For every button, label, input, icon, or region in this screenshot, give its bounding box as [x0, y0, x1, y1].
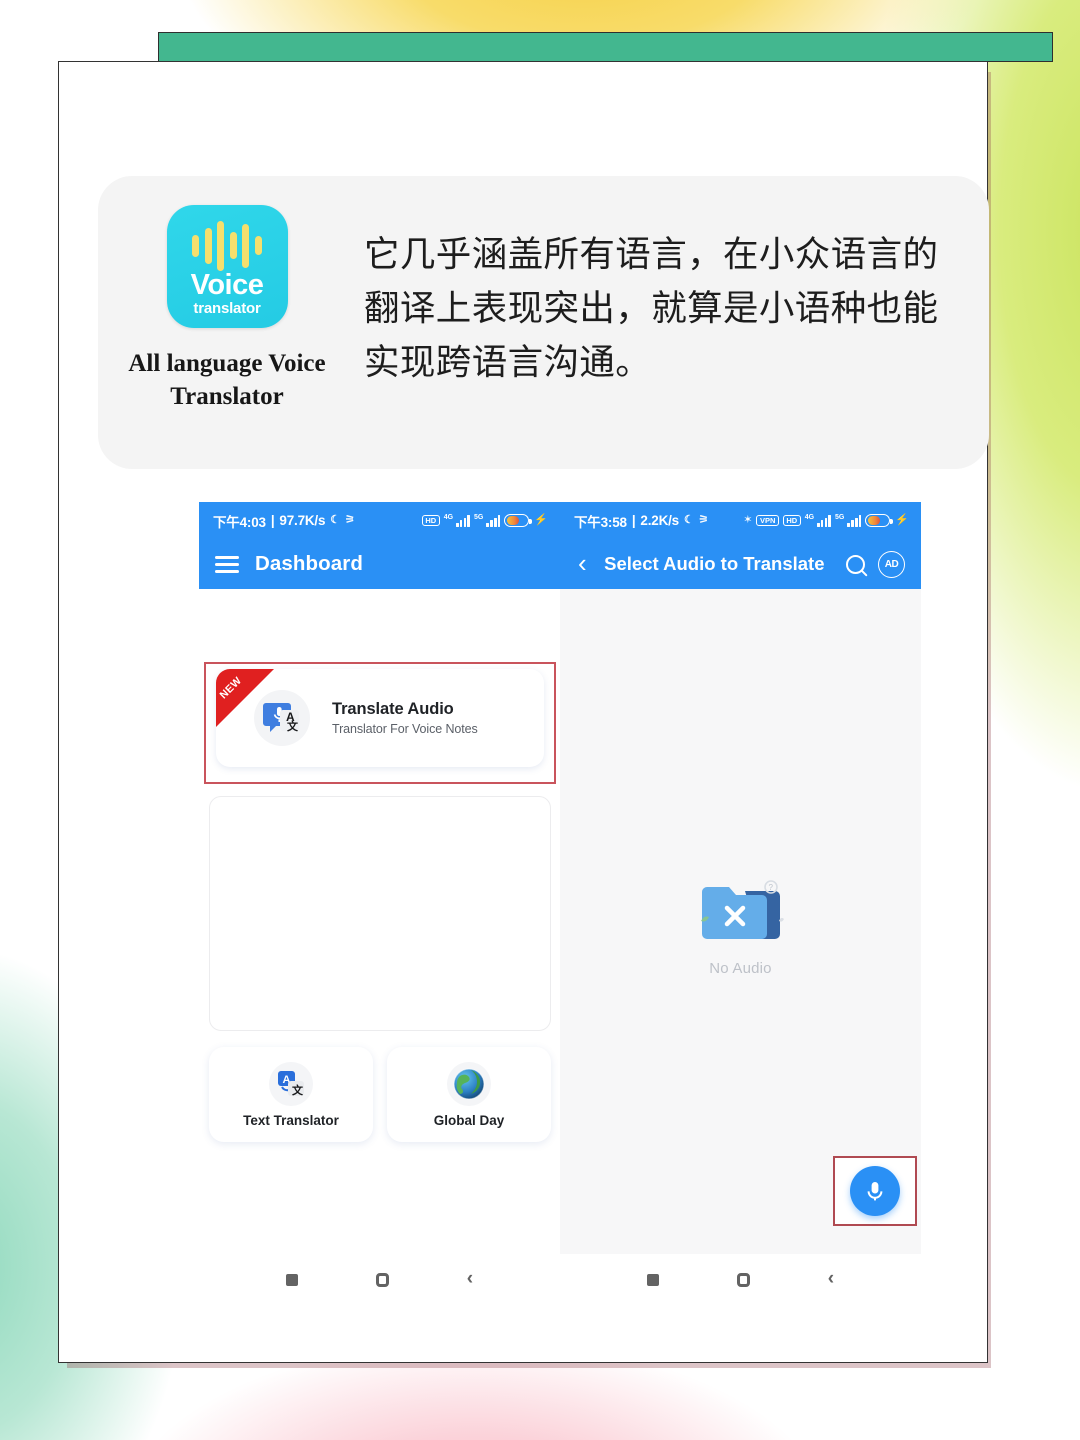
app-icon: Voice translator — [166, 205, 288, 328]
recents-square-icon[interactable] — [285, 1273, 298, 1286]
vpn-icon: VPN — [756, 514, 779, 527]
status-net-speed: 97.7K/s — [279, 513, 326, 528]
translate-audio-texts: Translate Audio Translator For Voice Not… — [332, 700, 478, 736]
status-bar-right-icons: ✶ VPN HD 4G 5G ⚡ — [743, 514, 909, 527]
app-bar-select-audio: ‹ Select Audio to Translate AD — [560, 539, 921, 589]
phone-screenshot-dashboard: 下午4:03 | 97.7K/s ☾ ⚞ HD 4G 5G ⚡ Dashboar… — [199, 502, 560, 1305]
svg-text:文: 文 — [287, 719, 299, 733]
bluetooth-icon: ✶ — [743, 514, 753, 526]
app-bar-left-group: Dashboard — [199, 552, 363, 576]
translate-audio-title: Translate Audio — [332, 700, 454, 718]
app-bar-actions: AD — [846, 550, 905, 578]
network-gen-2-label: 5G — [835, 514, 845, 521]
back-chevron-icon[interactable]: ‹ — [467, 1269, 473, 1288]
tile-label: Global Day — [433, 1112, 505, 1128]
ad-placeholder-card — [209, 796, 551, 1031]
screenshot-row: 下午4:03 | 97.7K/s ☾ ⚞ HD 4G 5G ⚡ Dashboar… — [199, 502, 921, 1305]
network-gen-2-label: 5G — [474, 514, 484, 521]
battery-icon — [865, 514, 893, 527]
feature-tiles: A 文 Text Translator Global Day — [209, 1047, 551, 1142]
status-bar-right-info: 下午3:58 | 2.2K/s ☾ ⚞ — [574, 511, 709, 531]
svg-text:?: ? — [768, 883, 773, 892]
hamburger-menu-icon[interactable] — [215, 555, 239, 573]
fab-highlight — [833, 1156, 917, 1226]
page-title: Dashboard — [255, 552, 363, 575]
status-bar-left-icons: HD 4G 5G ⚡ — [421, 514, 548, 527]
new-ribbon: NEW — [216, 669, 274, 727]
status-bar-left: 下午4:03 | 97.7K/s ☾ ⚞ HD 4G 5G ⚡ — [199, 502, 560, 539]
translate-audio-highlight: NEW A 文 Translate Audio Translator For V… — [204, 662, 556, 784]
svg-text:文: 文 — [292, 1083, 304, 1097]
translate-audio-subtitle: Translator For Voice Notes — [332, 722, 478, 736]
charging-bolt-icon: ⚡ — [534, 514, 548, 526]
recents-square-icon[interactable] — [646, 1273, 659, 1286]
waveform-icon — [167, 218, 288, 273]
status-bar-right: 下午3:58 | 2.2K/s ☾ ⚞ ✶ VPN HD 4G 5G ⚡ — [560, 502, 921, 539]
text-translator-icon: A 文 — [269, 1061, 313, 1106]
page-title: Select Audio to Translate — [604, 553, 825, 574]
back-chevron-icon[interactable]: ‹ — [828, 1269, 834, 1288]
moon-icon: ☾ — [683, 514, 694, 526]
status-bar-left-info: 下午4:03 | 97.7K/s ☾ ⚞ — [213, 511, 355, 531]
app-description: 它几乎涵盖所有语言，在小众语言的翻译上表现突出，就算是小语种也能实现跨语言沟通。 — [364, 234, 939, 382]
tile-global-day[interactable]: Global Day — [387, 1047, 551, 1142]
top-accent-bar — [158, 32, 1053, 62]
translate-audio-card[interactable]: NEW A 文 Translate Audio Translator For V… — [216, 669, 544, 767]
home-circle-icon[interactable] — [375, 1272, 389, 1287]
network-gen-1-label: 4G — [443, 514, 454, 521]
status-separator: | — [631, 513, 636, 528]
record-audio-fab[interactable] — [850, 1166, 900, 1216]
microphone-icon — [867, 1182, 883, 1201]
battery-icon — [504, 514, 532, 527]
ad-badge-icon[interactable]: AD — [878, 550, 905, 578]
android-nav-bar-left: ‹ — [199, 1254, 560, 1305]
tile-text-translator[interactable]: A 文 Text Translator — [209, 1047, 373, 1142]
status-time: 下午4:03 — [213, 514, 266, 530]
signal-bars-1-icon — [456, 515, 471, 527]
charging-bolt-icon: ⚡ — [895, 514, 909, 526]
app-identity-block: Voice translator All language Voice Tran… — [98, 176, 356, 414]
globe-icon — [447, 1061, 491, 1106]
hd-icon: HD — [421, 514, 440, 527]
mute-icon: ⚞ — [344, 514, 355, 526]
intro-panel: Voice translator All language Voice Tran… — [98, 176, 989, 469]
app-bar-dashboard: Dashboard — [199, 539, 560, 589]
select-audio-body: ? No Audio — [560, 589, 921, 1254]
android-nav-bar-right: ‹ — [560, 1254, 921, 1305]
mute-icon: ⚞ — [698, 514, 709, 526]
status-time: 下午3:58 — [574, 514, 627, 530]
tile-label: Text Translator — [243, 1112, 339, 1128]
empty-state: ? No Audio — [560, 877, 921, 977]
network-gen-1-label: 4G — [804, 514, 815, 521]
search-icon[interactable] — [846, 554, 865, 574]
status-net-speed: 2.2K/s — [640, 513, 679, 528]
status-separator: | — [270, 513, 275, 528]
signal-bars-2-icon — [847, 515, 862, 527]
new-ribbon-label: NEW — [217, 674, 245, 702]
folder-x-icon: ? — [700, 880, 784, 939]
signal-bars-2-icon — [486, 515, 501, 527]
home-circle-icon[interactable] — [736, 1272, 750, 1287]
hd-icon: HD — [782, 514, 801, 527]
empty-state-label: No Audio — [709, 960, 772, 977]
content-sheet: Voice translator All language Voice Tran… — [58, 61, 989, 1363]
app-icon-subword: translator — [193, 300, 261, 317]
app-icon-word: Voice — [190, 269, 264, 301]
app-caption: All language Voice Translator — [128, 350, 326, 411]
phone-screenshot-select-audio: 下午3:58 | 2.2K/s ☾ ⚞ ✶ VPN HD 4G 5G ⚡ ‹ S… — [560, 502, 921, 1305]
moon-icon: ☾ — [330, 514, 340, 526]
dashboard-body: NEW A 文 Translate Audio Translator For V… — [199, 589, 560, 1254]
signal-bars-1-icon — [817, 515, 832, 527]
